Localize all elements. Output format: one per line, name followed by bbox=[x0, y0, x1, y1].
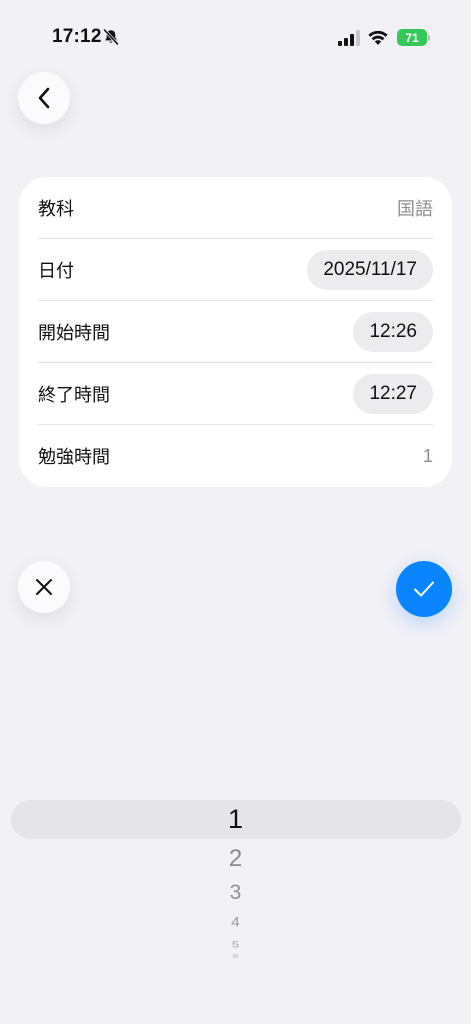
back-button[interactable] bbox=[18, 72, 70, 124]
cancel-button[interactable] bbox=[18, 561, 70, 613]
start-time-label: 開始時間 bbox=[38, 323, 110, 343]
battery-indicator: 71 bbox=[397, 29, 427, 46]
start-time-row: 開始時間 12:26 bbox=[38, 301, 433, 363]
date-row: 日付 2025/11/17 bbox=[38, 239, 433, 301]
picker-option[interactable]: 6 bbox=[0, 954, 471, 960]
end-time-row: 終了時間 12:27 bbox=[38, 363, 433, 425]
status-bar: 17:12 71 bbox=[0, 0, 471, 70]
wifi-icon bbox=[368, 30, 388, 45]
status-time: 17:12 bbox=[52, 26, 102, 47]
picker-option[interactable]: 2 bbox=[0, 845, 471, 873]
study-duration-value: 1 bbox=[422, 445, 433, 466]
bell-slash-icon bbox=[103, 28, 119, 46]
start-time-button[interactable]: 12:26 bbox=[353, 312, 433, 352]
subject-row[interactable]: 教科 国語 bbox=[38, 177, 433, 239]
checkmark-icon bbox=[414, 581, 434, 597]
battery-tip bbox=[428, 35, 430, 41]
chevron-left-icon bbox=[38, 87, 50, 109]
session-form-card: 教科 国語 日付 2025/11/17 開始時間 12:26 終了時間 12:2… bbox=[19, 177, 452, 487]
cellular-signal-icon bbox=[338, 30, 360, 46]
picker-option[interactable]: 4 bbox=[0, 915, 471, 930]
confirm-button[interactable] bbox=[396, 561, 452, 617]
picker-option[interactable]: 5 bbox=[0, 939, 471, 950]
picker-option[interactable]: 3 bbox=[0, 881, 471, 905]
study-duration-label: 勉強時間 bbox=[38, 447, 110, 467]
date-label: 日付 bbox=[38, 261, 74, 281]
end-time-label: 終了時間 bbox=[38, 385, 110, 405]
end-time-button[interactable]: 12:27 bbox=[353, 374, 433, 414]
subject-label: 教科 bbox=[38, 199, 74, 219]
date-picker-button[interactable]: 2025/11/17 bbox=[307, 250, 433, 290]
study-duration-row[interactable]: 勉強時間 1 bbox=[38, 425, 433, 487]
subject-value[interactable]: 国語 bbox=[397, 195, 433, 221]
close-icon bbox=[36, 579, 52, 595]
picker-option-selected[interactable]: 1 bbox=[0, 804, 471, 835]
